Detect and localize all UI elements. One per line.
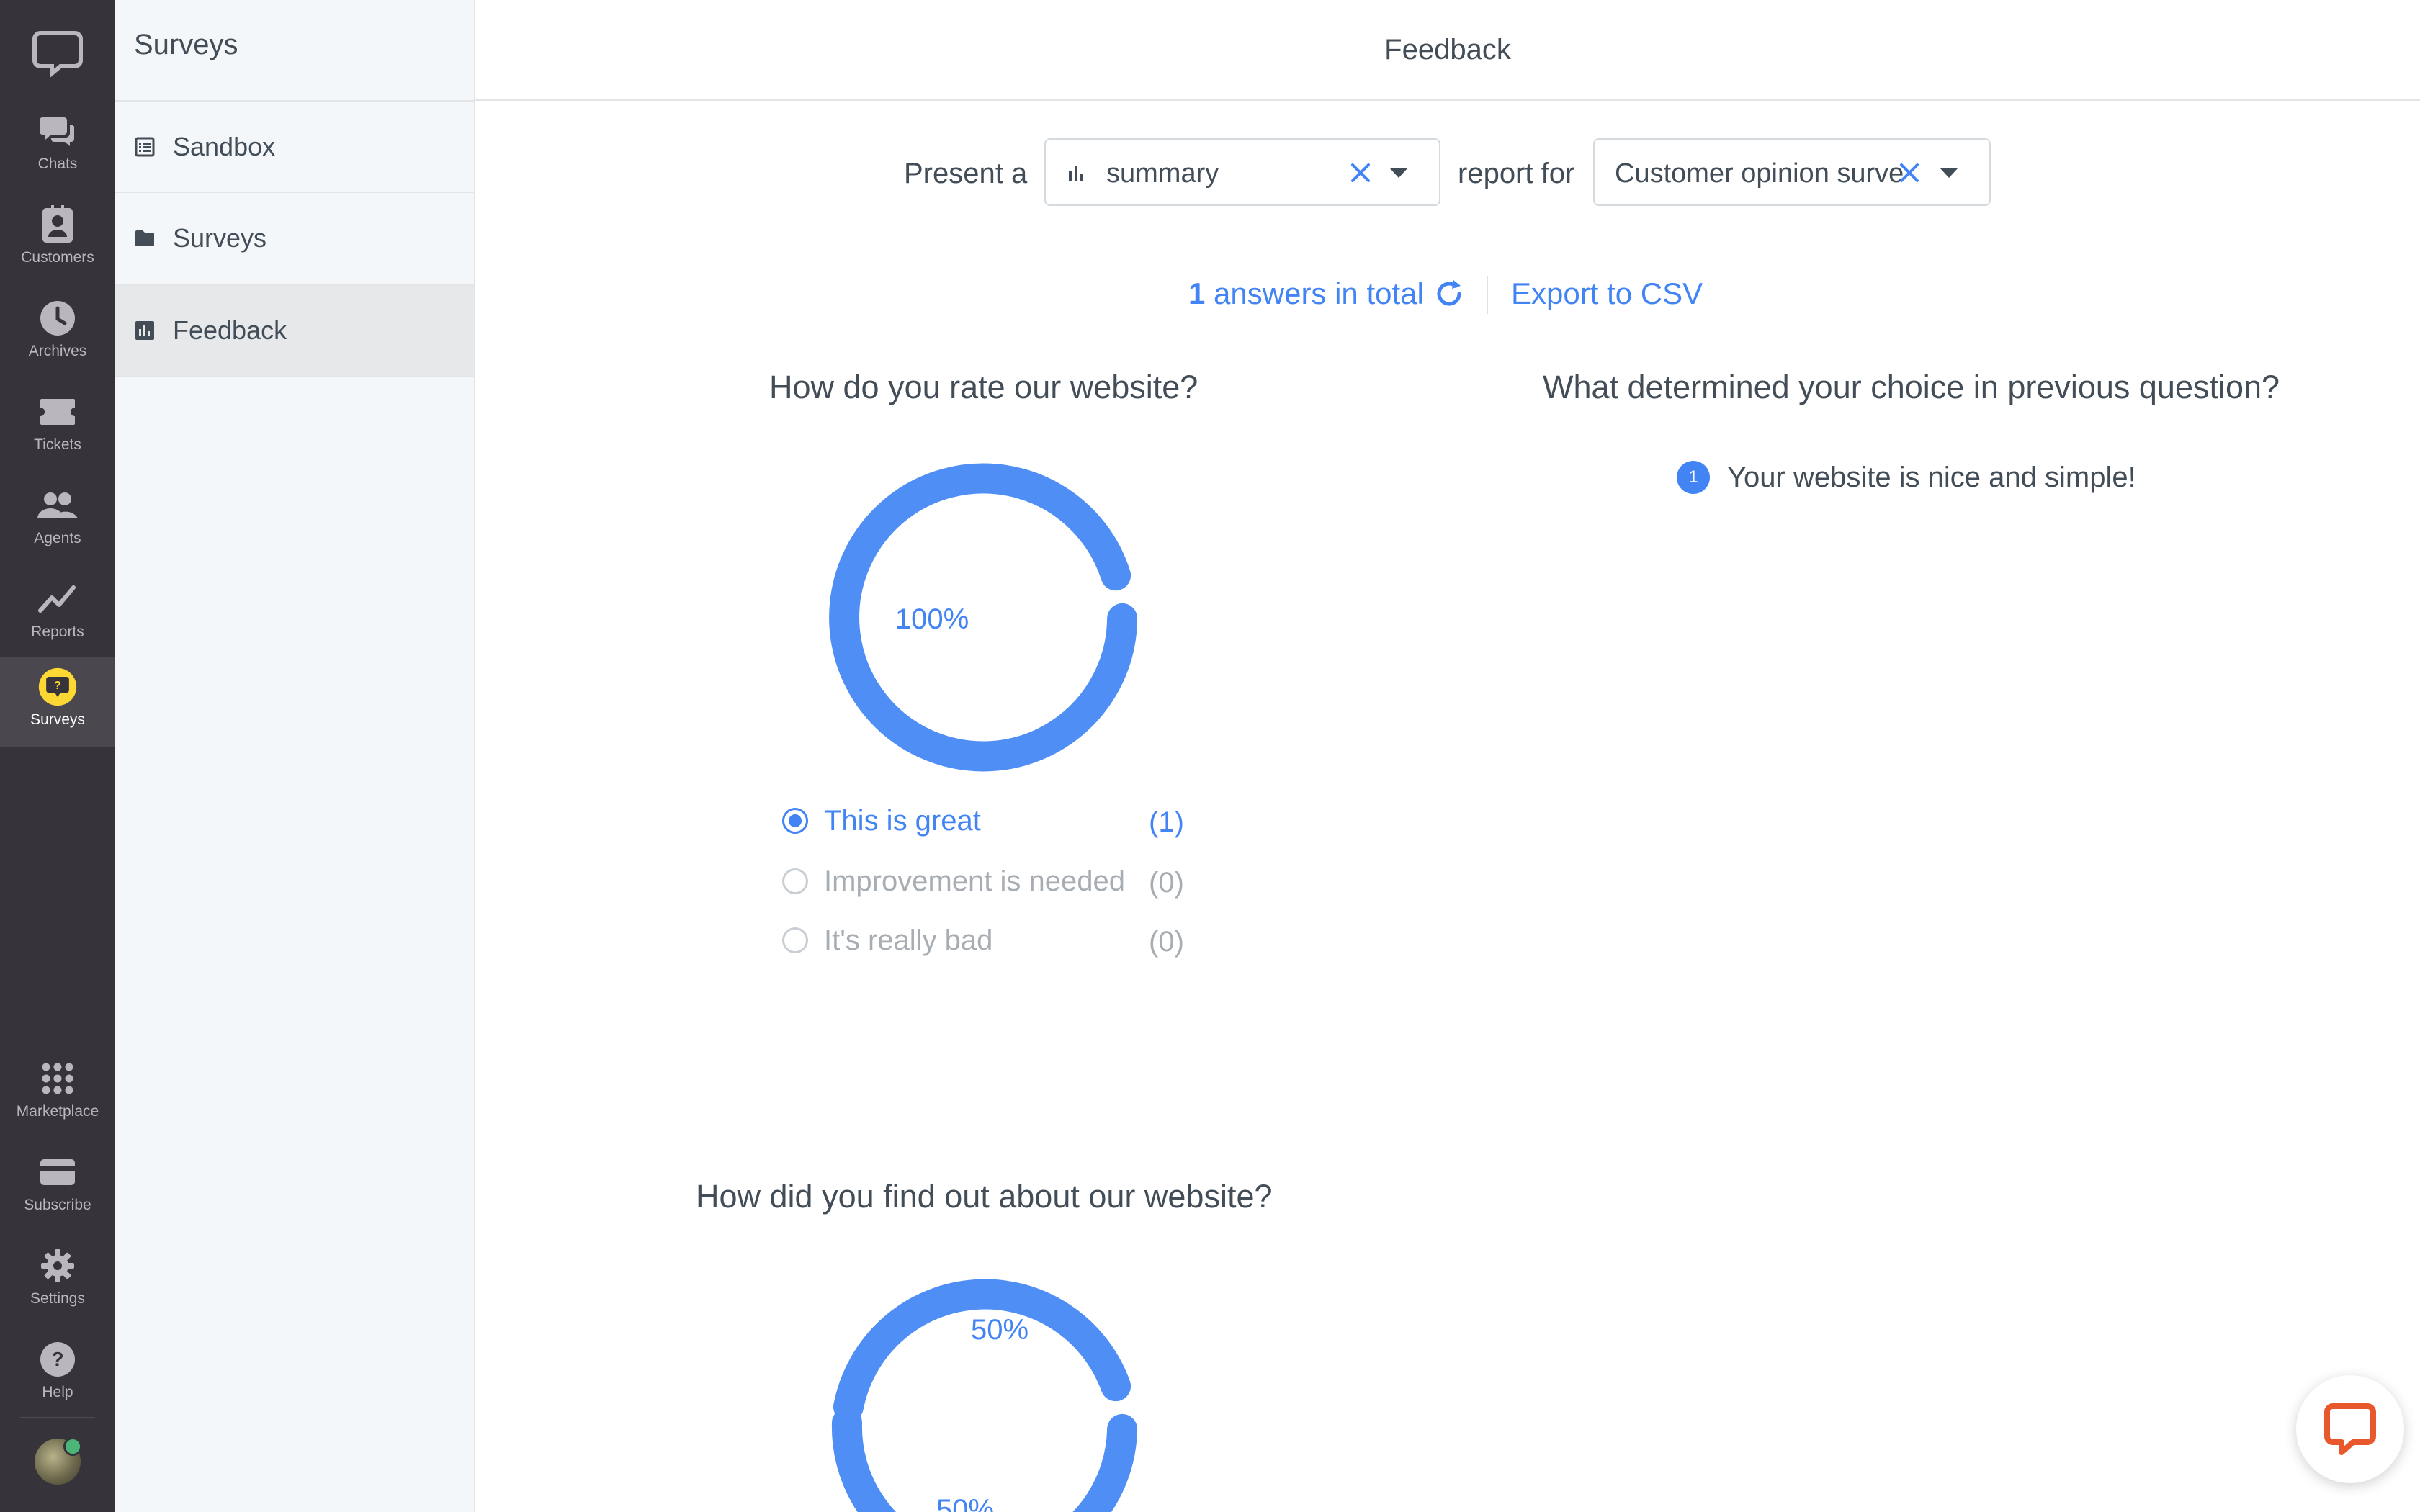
grid-icon <box>37 1058 78 1099</box>
source-donut-chart: 50% 50% <box>831 1279 1138 1512</box>
nav-item-reports[interactable]: Reports <box>0 569 115 660</box>
nav-label: Surveys <box>30 711 85 728</box>
survey-select[interactable]: Customer opinion survey <box>1593 138 1991 206</box>
donut-segment <box>833 1279 1131 1422</box>
nav-item-marketplace[interactable]: Marketplace <box>0 1048 115 1139</box>
option-row[interactable]: It's really bad <box>782 919 992 962</box>
answer-index-badge: 1 <box>1677 461 1710 494</box>
nav-item-agents[interactable]: Agents <box>0 475 115 566</box>
answers-count: 1 <box>1188 276 1206 310</box>
option-count: (0) <box>1149 867 1184 899</box>
report-type-value: summary <box>1106 158 1219 189</box>
nav-item-chats[interactable]: Chats <box>0 101 115 192</box>
chevron-down-icon[interactable] <box>1940 168 1958 178</box>
report-for-label: report for <box>1458 158 1575 189</box>
people-icon <box>37 485 78 526</box>
donut-percent-label: 50% <box>971 1314 1028 1346</box>
nav-item-customers[interactable]: Customers <box>0 194 115 285</box>
nav-label: Archives <box>28 343 87 359</box>
nav-label: Settings <box>30 1290 85 1307</box>
rail-divider <box>20 1417 95 1418</box>
nav-item-settings[interactable]: Settings <box>0 1236 115 1326</box>
answers-label: answers in total <box>1214 276 1424 310</box>
nav-item-help[interactable]: ? Help <box>0 1329 115 1420</box>
sidebar-item-label: Feedback <box>173 315 287 345</box>
nav-label: Reports <box>31 624 84 640</box>
customers-icon <box>37 204 78 245</box>
report-type-select[interactable]: summary <box>1044 138 1440 206</box>
icon-rail: Chats Customers Archives Tickets Agents … <box>0 0 115 1512</box>
clock-icon <box>37 298 78 338</box>
clear-report-type-icon[interactable] <box>1348 161 1373 185</box>
answers-total: 1 answers in total <box>1188 276 1424 311</box>
bar-chart-icon <box>134 320 156 341</box>
folder-icon <box>134 228 156 249</box>
page-title: Feedback <box>1384 33 1511 66</box>
question-title: How did you find out about our website? <box>696 1178 1273 1215</box>
sidebar-item-label: Sandbox <box>173 132 276 161</box>
ticket-icon <box>37 392 78 432</box>
donut-segment <box>829 463 1138 772</box>
option-label: Improvement is needed <box>824 865 1126 897</box>
donut-percent-label: 100% <box>895 603 969 635</box>
export-csv-link[interactable]: Export to CSV <box>1511 276 1703 311</box>
answer-text: Your website is nice and simple! <box>1727 461 2136 493</box>
divider <box>1487 276 1488 314</box>
sidebar-item-feedback[interactable]: Feedback <box>115 284 474 377</box>
list-icon <box>134 136 156 158</box>
option-count: (0) <box>1149 926 1184 958</box>
chat-bubbles-icon <box>37 111 78 151</box>
refresh-icon[interactable] <box>1433 278 1465 313</box>
sidebar-item-label: Surveys <box>173 223 267 253</box>
online-status-dot <box>63 1437 82 1456</box>
chat-widget-button[interactable] <box>2296 1375 2404 1483</box>
nav-label: Agents <box>34 530 81 546</box>
option-count: (1) <box>1149 806 1184 838</box>
option-row[interactable]: Improvement is needed <box>782 860 1125 903</box>
svg-text:?: ? <box>54 680 61 692</box>
radio-unselected[interactable] <box>782 927 808 953</box>
rating-donut-chart: 100% <box>829 463 1138 772</box>
donut-segment <box>1072 1413 1138 1512</box>
nav-label: Help <box>42 1384 73 1400</box>
nav-label: Subscribe <box>24 1197 91 1213</box>
donut-segment <box>831 1408 897 1512</box>
radio-unselected[interactable] <box>782 868 808 894</box>
sidebar-title: Surveys <box>134 29 238 60</box>
svg-text:?: ? <box>51 1348 63 1370</box>
logo-icon[interactable] <box>29 23 86 81</box>
surveys-sidebar: Surveys Sandbox Surveys Feedback <box>115 0 475 1512</box>
nav-item-subscribe[interactable]: Subscribe <box>0 1142 115 1233</box>
nav-label: Chats <box>37 156 78 172</box>
gear-icon <box>37 1246 78 1286</box>
question-title: What determined your choice in previous … <box>1543 369 2280 405</box>
sidebar-item-surveys[interactable]: Surveys <box>115 192 474 284</box>
page-header: Feedback <box>475 0 2420 101</box>
sidebar-item-sandbox[interactable]: Sandbox <box>115 100 474 192</box>
chevron-down-icon[interactable] <box>1390 168 1407 178</box>
help-icon: ? <box>37 1339 78 1380</box>
clear-survey-icon[interactable] <box>1897 161 1922 185</box>
donut-percent-label: 50% <box>936 1494 994 1512</box>
option-label: It's really bad <box>824 924 993 956</box>
question-title: How do you rate our website? <box>769 369 1198 405</box>
text-answer: 1 Your website is nice and simple! <box>1677 461 2136 494</box>
option-row[interactable]: This is great <box>782 799 981 842</box>
radio-selected[interactable] <box>782 808 808 834</box>
survey-icon: ? <box>37 667 78 707</box>
avatar[interactable] <box>35 1437 82 1485</box>
nav-item-surveys[interactable]: ? Surveys <box>0 657 115 747</box>
line-chart-icon <box>37 579 78 619</box>
survey-select-value: Customer opinion survey <box>1615 158 1903 189</box>
nav-label: Marketplace <box>16 1103 99 1120</box>
bar-chart-icon <box>1067 164 1086 186</box>
present-label: Present a <box>904 158 1028 189</box>
nav-label: Tickets <box>34 436 81 453</box>
card-icon <box>37 1152 78 1192</box>
option-label: This is great <box>824 804 981 837</box>
nav-item-tickets[interactable]: Tickets <box>0 382 115 472</box>
nav-label: Customers <box>21 249 94 266</box>
chat-icon <box>2323 1400 2378 1459</box>
nav-item-archives[interactable]: Archives <box>0 288 115 379</box>
